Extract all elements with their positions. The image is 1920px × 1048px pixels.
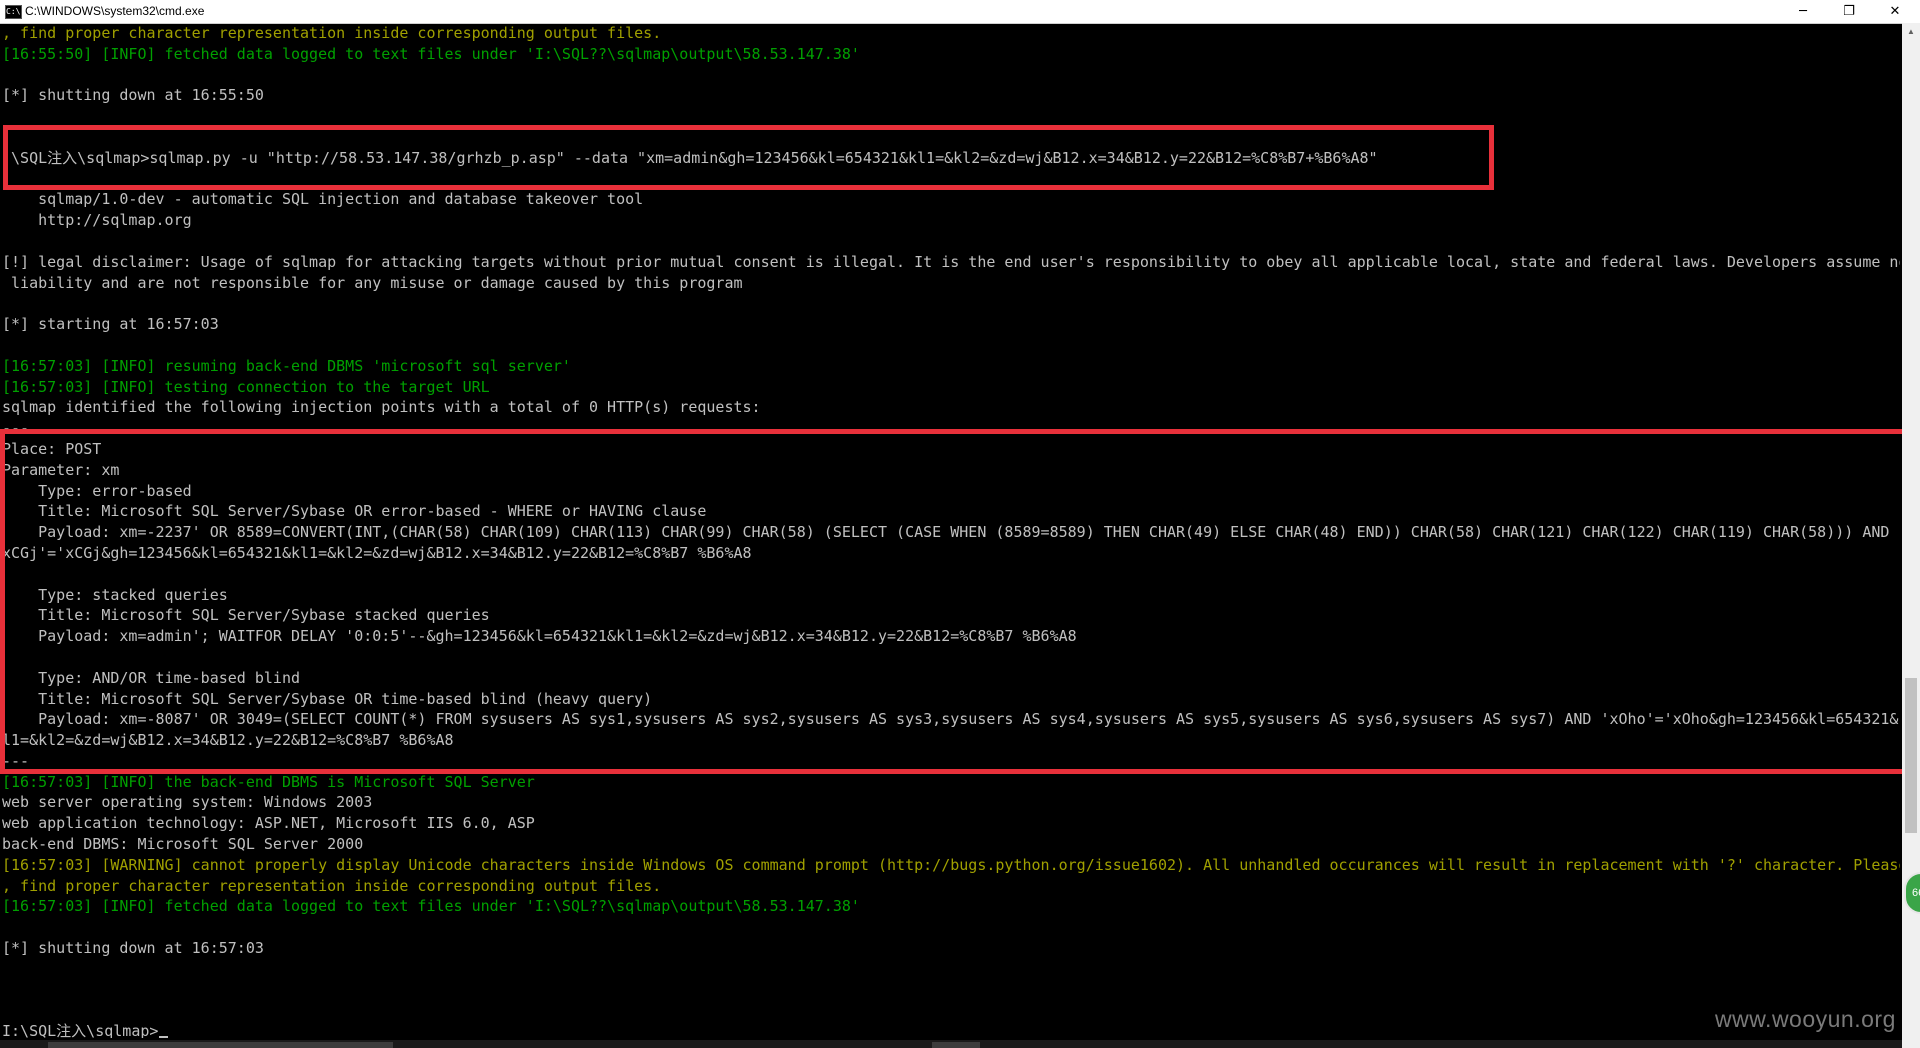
horizontal-scrollbar[interactable] (0, 1040, 1902, 1048)
console-line: [*] starting at 16:57:03 (2, 315, 219, 334)
console-line: sqlmap identified the following injectio… (2, 398, 761, 417)
console-line: [16:57:03] [INFO] resuming back-end DBMS… (2, 356, 571, 375)
command-prompt: I:\SQL注入\sqlmap> (2, 1022, 159, 1038)
taskbar-segment (932, 1042, 980, 1048)
scrollbar-thumb[interactable] (1905, 678, 1917, 833)
text-cursor (159, 1036, 169, 1038)
window-title: C:\WINDOWS\system32\cmd.exe (25, 4, 205, 18)
console-line: [16:57:03] [INFO] fetched data logged to… (2, 897, 860, 916)
console-line: http://sqlmap.org (2, 211, 192, 230)
cmd-app-icon: C:\. (5, 5, 22, 19)
injection-points-highlight-box (0, 429, 1908, 774)
restore-button[interactable]: ❐ (1826, 0, 1872, 23)
console-line: [*] shutting down at 16:55:50 (2, 86, 264, 105)
console-line: [16:57:03] [WARNING] cannot properly dis… (2, 855, 1900, 874)
console-line: web application technology: ASP.NET, Mic… (2, 814, 535, 833)
console-line: [*] shutting down at 16:57:03 (2, 939, 264, 958)
console-line: [16:57:03] [INFO] the back-end DBMS is M… (2, 772, 535, 791)
console-line: [16:57:03] [INFO] testing connection to … (2, 377, 490, 396)
console-line: [16:55:50] [INFO] fetched data logged to… (2, 44, 860, 63)
console-line: web server operating system: Windows 200… (2, 793, 373, 812)
console-line: sqlmap/1.0-dev - automatic SQL injection… (2, 190, 644, 209)
command-prompt-line[interactable]: I:\SQL注入\sqlmap> (2, 1021, 1900, 1038)
console-line: [!] legal disclaimer: Usage of sqlmap fo… (2, 252, 1900, 271)
minimize-button[interactable]: ─ (1780, 0, 1826, 23)
watermark: www.wooyun.org (1715, 1006, 1896, 1032)
console-line: back-end DBMS: Microsoft SQL Server 2000 (2, 835, 364, 854)
close-button[interactable]: ✕ (1872, 0, 1918, 23)
scroll-up-arrow-icon[interactable]: ▲ (1902, 23, 1920, 40)
title-bar: C:\. C:\WINDOWS\system32\cmd.exe ─ ❐ ✕ (0, 0, 1920, 24)
command-highlight-box (3, 125, 1494, 190)
console-line: , find proper character representation i… (2, 876, 662, 895)
console-line: , find proper character representation i… (2, 24, 662, 42)
taskbar-segment (48, 1042, 393, 1048)
console-line: liability and are not responsible for an… (2, 273, 743, 292)
